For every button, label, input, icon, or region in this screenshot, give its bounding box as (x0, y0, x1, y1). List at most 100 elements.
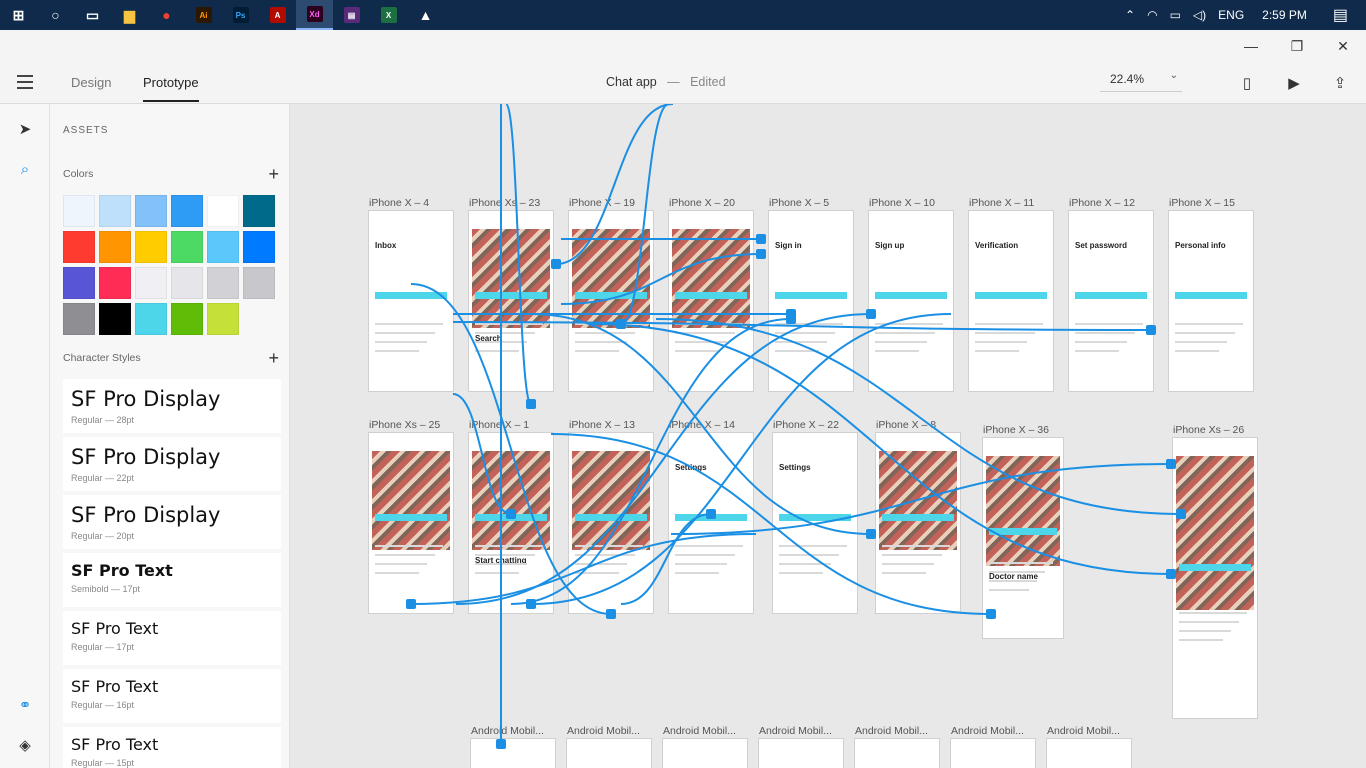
character-style-card[interactable]: SF Pro Display Regular — 20pt (63, 495, 281, 549)
color-swatch[interactable] (63, 303, 95, 335)
tab-design[interactable]: Design (71, 75, 111, 90)
prototype-wire[interactable] (452, 393, 512, 515)
maximize-button[interactable]: ❐ (1274, 30, 1320, 62)
color-swatch[interactable] (207, 303, 239, 335)
character-style-card[interactable]: SF Pro Display Regular — 22pt (63, 437, 281, 491)
clock[interactable]: 2:59 PM (1262, 8, 1307, 22)
color-swatch[interactable] (63, 231, 95, 263)
color-swatch[interactable] (171, 195, 203, 227)
zoom-select[interactable]: 22.4% ⌄ (1100, 70, 1182, 92)
wire-handle[interactable] (1166, 569, 1176, 579)
close-button[interactable]: ✕ (1320, 30, 1366, 62)
color-swatch[interactable] (99, 267, 131, 299)
wire-handle[interactable] (756, 234, 766, 244)
layers-icon[interactable]: ◈ (14, 734, 36, 756)
wire-handle[interactable] (496, 739, 506, 749)
wire-handle[interactable] (706, 509, 716, 519)
wire-handle[interactable] (1176, 509, 1186, 519)
wire-handle[interactable] (1146, 325, 1156, 335)
tab-prototype[interactable]: Prototype (143, 75, 199, 102)
prototype-wire[interactable] (550, 433, 992, 615)
color-swatch[interactable] (135, 195, 167, 227)
chrome-icon[interactable]: ● (148, 0, 185, 30)
color-swatch[interactable] (171, 267, 203, 299)
wire-handle[interactable] (506, 509, 516, 519)
prototype-wire[interactable] (620, 513, 712, 605)
windows-start-icon[interactable]: ⊞ (0, 0, 37, 30)
illustrator-icon[interactable]: Ai (185, 0, 222, 30)
photos-icon[interactable]: ▲ (407, 0, 444, 30)
prototype-wire[interactable] (505, 104, 532, 405)
color-swatch[interactable] (99, 231, 131, 263)
prototype-wire[interactable] (410, 533, 757, 605)
wire-handle[interactable] (526, 399, 536, 409)
color-swatch[interactable] (171, 231, 203, 263)
chevron-down-icon: ⌄ (1169, 70, 1178, 81)
character-style-card[interactable]: SF Pro Text Semibold — 17pt (63, 553, 281, 607)
wire-handle[interactable] (551, 259, 561, 269)
acrobat-icon[interactable]: A (259, 0, 296, 30)
color-swatch[interactable] (171, 303, 203, 335)
notifications-icon[interactable]: ▤ (1333, 5, 1348, 25)
color-swatch[interactable] (243, 267, 275, 299)
wire-handle[interactable] (406, 599, 416, 609)
add-character-style-icon[interactable]: + (268, 349, 279, 367)
character-style-card[interactable]: SF Pro Display Regular — 28pt (63, 379, 281, 433)
assets-icon[interactable]: ⚭ (14, 694, 36, 716)
photoshop-icon[interactable]: Ps (222, 0, 259, 30)
language-indicator[interactable]: ENG (1218, 8, 1244, 22)
color-swatch[interactable] (207, 195, 239, 227)
share-icon[interactable]: ⇪ (1329, 72, 1351, 94)
wifi-icon[interactable]: ◠ (1147, 8, 1157, 22)
play-icon[interactable]: ▶ (1283, 72, 1305, 94)
prototype-wire[interactable] (670, 463, 1172, 535)
color-swatch[interactable] (207, 231, 239, 263)
chevron-up-icon[interactable]: ⌃ (1125, 8, 1135, 22)
system-tray: ⌃ ◠ ▭ ◁) ENG 2:59 PM ▤ (1125, 0, 1366, 30)
color-swatch[interactable] (243, 231, 275, 263)
prototype-wire[interactable] (620, 104, 670, 325)
wire-handle[interactable] (866, 309, 876, 319)
volume-icon[interactable]: ◁) (1193, 8, 1206, 22)
color-swatch[interactable] (243, 195, 275, 227)
file-explorer-icon[interactable]: ▆ (111, 0, 148, 30)
color-swatch[interactable] (135, 231, 167, 263)
xd-icon[interactable]: Xd (296, 0, 333, 30)
search-icon[interactable]: ⌕ (14, 158, 36, 180)
color-swatch[interactable] (63, 267, 95, 299)
character-style-card[interactable]: SF Pro Text Regular — 15pt (63, 727, 281, 768)
color-swatch[interactable] (99, 195, 131, 227)
device-preview-icon[interactable]: ▯ (1236, 72, 1258, 94)
prototype-wire[interactable] (560, 253, 762, 305)
color-swatch[interactable] (99, 303, 131, 335)
color-swatch[interactable] (207, 267, 239, 299)
color-swatch[interactable] (135, 303, 167, 335)
character-style-card[interactable]: SF Pro Text Regular — 16pt (63, 669, 281, 723)
wire-handle[interactable] (606, 609, 616, 619)
wire-handle[interactable] (786, 314, 796, 324)
minimize-button[interactable]: — (1228, 30, 1274, 62)
add-color-icon[interactable]: + (268, 165, 279, 183)
character-style-list: SF Pro Display Regular — 28pt SF Pro Displ… (63, 379, 281, 768)
prototype-wire[interactable] (455, 313, 872, 605)
cortana-icon[interactable]: ○ (37, 0, 74, 30)
character-style-card[interactable]: SF Pro Text Regular — 17pt (63, 611, 281, 665)
color-swatch[interactable] (135, 267, 167, 299)
excel-icon[interactable]: X (370, 0, 407, 30)
excel-icon-glyph: X (380, 7, 397, 23)
wire-handle[interactable] (756, 249, 766, 259)
select-tool-icon[interactable]: ➤ (14, 118, 36, 140)
color-swatch[interactable] (63, 195, 95, 227)
wire-handle[interactable] (986, 609, 996, 619)
character-styles-section-title: Character Styles (63, 352, 141, 364)
prototype-wire[interactable] (530, 313, 872, 535)
prototype-wire[interactable] (410, 283, 612, 615)
design-canvas[interactable]: iPhone X – 4 Inbox iPhone Xs – 23 Search iPh… (291, 104, 1366, 768)
prototype-wire[interactable] (655, 318, 1182, 515)
task-view-icon[interactable]: ▭ (74, 0, 111, 30)
wire-handle[interactable] (1166, 459, 1176, 469)
wire-handle[interactable] (866, 529, 876, 539)
winrar-icon[interactable]: ▤ (333, 0, 370, 30)
battery-icon[interactable]: ▭ (1170, 8, 1181, 22)
hamburger-menu-icon[interactable] (17, 75, 33, 89)
